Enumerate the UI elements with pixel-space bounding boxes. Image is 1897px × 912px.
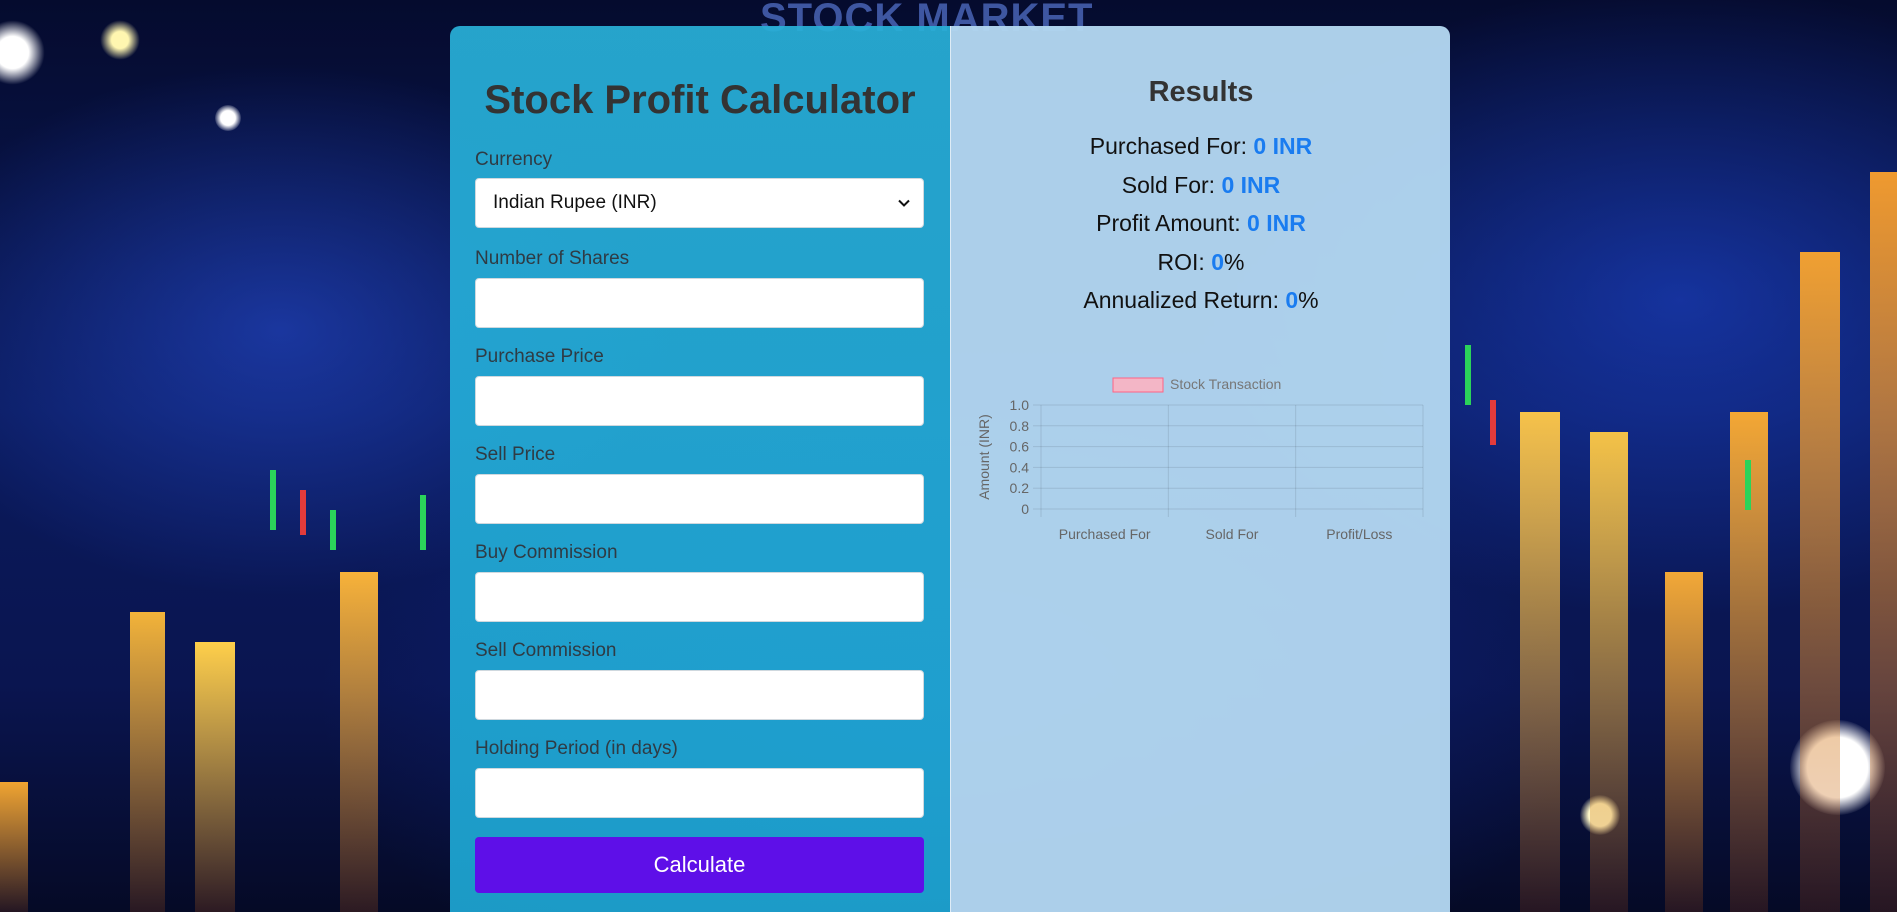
x-tick-label: Sold For xyxy=(1206,526,1259,542)
y-tick-label: 0.4 xyxy=(1010,459,1030,475)
background-bar xyxy=(0,782,28,912)
calculate-button[interactable]: Calculate xyxy=(475,837,924,893)
results-title: Results xyxy=(1148,76,1254,108)
bokeh-light xyxy=(215,105,241,131)
currency-select-value: Indian Rupee (INR) xyxy=(493,192,657,213)
sell-price-label: Sell Price xyxy=(475,444,556,465)
background-candle xyxy=(300,490,306,535)
sold-for-label: Sold For: xyxy=(1121,172,1222,198)
chevron-down-icon xyxy=(898,199,910,207)
background-bar xyxy=(1520,412,1560,912)
buy-commission-input[interactable] xyxy=(475,572,924,622)
legend-label: Stock Transaction xyxy=(1170,376,1281,392)
roi-label: ROI: xyxy=(1157,249,1212,275)
x-tick-label: Purchased For xyxy=(1059,526,1151,542)
purchased-for-value: 0 INR xyxy=(1253,133,1313,159)
calculator-panel: Stock Profit Calculator Currency Indian … xyxy=(450,26,950,912)
background-bar xyxy=(1590,432,1628,912)
calculator-title: Stock Profit Calculator xyxy=(484,78,916,122)
bokeh-light xyxy=(100,20,140,60)
background-candle xyxy=(1465,345,1471,405)
background-bar xyxy=(1800,252,1840,912)
annualized-return-label: Annualized Return: xyxy=(1083,287,1286,313)
x-tick-label: Profit/Loss xyxy=(1326,526,1392,542)
profit-amount-label: Profit Amount: xyxy=(1096,210,1248,236)
y-tick-label: 1.0 xyxy=(1010,397,1030,413)
roi-line: ROI: 0% xyxy=(951,249,1451,276)
annualized-return-line: Annualized Return: 0% xyxy=(951,287,1451,314)
purchased-for-line: Purchased For: 0 INR xyxy=(951,133,1451,160)
transaction-chart: Stock Transaction 0 0.2 0.4 0.6 0.8 1.0 Purchas… xyxy=(976,376,1424,542)
purchased-for-label: Purchased For: xyxy=(1089,133,1254,159)
background-candle xyxy=(420,495,426,550)
holding-period-label: Holding Period (in days) xyxy=(475,738,678,759)
background-candle xyxy=(330,510,336,550)
sell-commission-label: Sell Commission xyxy=(475,640,617,661)
holding-period-input[interactable] xyxy=(475,768,924,818)
purchase-price-input[interactable] xyxy=(475,376,924,426)
background-bar xyxy=(1870,172,1897,912)
currency-label: Currency xyxy=(475,149,553,170)
currency-select[interactable]: Indian Rupee (INR) xyxy=(475,178,924,228)
background-bar xyxy=(130,612,165,912)
legend-swatch xyxy=(1112,377,1164,393)
bokeh-light xyxy=(0,20,45,85)
buy-commission-label: Buy Commission xyxy=(475,542,618,563)
background-candle xyxy=(1490,400,1496,445)
y-tick-label: 0.6 xyxy=(1010,439,1030,455)
y-axis-label: Amount (INR) xyxy=(976,414,992,500)
background-bar xyxy=(195,642,235,912)
profit-amount-value: 0 INR xyxy=(1247,210,1306,236)
shares-input[interactable] xyxy=(475,278,924,328)
y-tick-label: 0.2 xyxy=(1010,480,1030,496)
roi-value: 0 xyxy=(1211,249,1224,275)
sell-commission-input[interactable] xyxy=(475,670,924,720)
purchase-price-label: Purchase Price xyxy=(475,346,604,367)
background-bar xyxy=(1665,572,1703,912)
background-candle xyxy=(270,470,276,530)
roi-unit: % xyxy=(1224,249,1245,275)
sell-price-input[interactable] xyxy=(475,474,924,524)
profit-amount-line: Profit Amount: 0 INR xyxy=(951,210,1451,237)
sold-for-value: 0 INR xyxy=(1221,172,1281,198)
y-tick-label: 0 xyxy=(1021,501,1029,517)
annualized-return-unit: % xyxy=(1298,287,1319,313)
background-candle xyxy=(1745,460,1751,510)
background-bar xyxy=(340,572,378,912)
y-tick-label: 0.8 xyxy=(1010,418,1030,434)
results-panel: Results Purchased For: 0 INR Sold For: 0… xyxy=(950,26,1450,912)
shares-label: Number of Shares xyxy=(475,248,630,269)
sold-for-line: Sold For: 0 INR xyxy=(951,172,1451,199)
annualized-return-value: 0 xyxy=(1285,287,1299,313)
